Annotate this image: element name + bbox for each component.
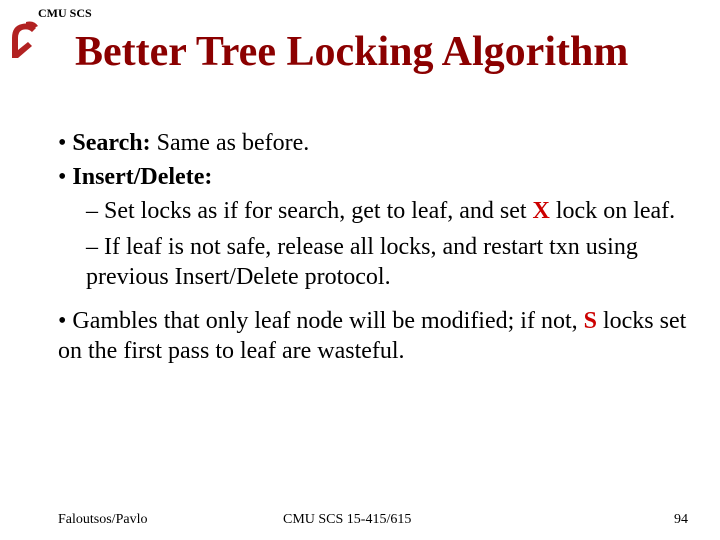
dept-header: CMU SCS (38, 6, 92, 21)
bullet-search: • Search: Same as before. (58, 128, 690, 158)
bullet-search-label: Search: (72, 130, 150, 156)
s-lock: S (584, 308, 597, 334)
bullet-insert-delete: • Insert/Delete: (58, 162, 690, 192)
sub-bullet-setlocks: – Set locks as if for search, get to lea… (86, 196, 690, 226)
bullet-search-text: Same as before. (151, 130, 310, 156)
sub1-post: lock on leaf. (550, 198, 675, 224)
footer-course: CMU SCS 15-415/615 (283, 512, 648, 528)
sub-bullets: – Set locks as if for search, get to lea… (86, 196, 690, 292)
slide-body: • Search: Same as before. • Insert/Delet… (58, 128, 690, 370)
sub1-pre: – Set locks as if for search, get to lea… (86, 198, 533, 224)
bullet-gambles: • Gambles that only leaf node will be mo… (58, 306, 690, 366)
b3-pre: • Gambles that only leaf node will be mo… (58, 308, 584, 334)
slide-title: Better Tree Locking Algorithm (75, 28, 628, 76)
griffin-logo-icon (8, 18, 40, 60)
footer-authors: Faloutsos/Pavlo (58, 512, 283, 528)
slide-footer: Faloutsos/Pavlo CMU SCS 15-415/615 94 (58, 512, 688, 528)
sub-bullet-notsafe: – If leaf is not safe, release all locks… (86, 232, 690, 292)
footer-page-number: 94 (648, 512, 688, 528)
x-lock: X (533, 198, 550, 224)
bullet-insert-delete-label: Insert/Delete: (72, 164, 212, 190)
